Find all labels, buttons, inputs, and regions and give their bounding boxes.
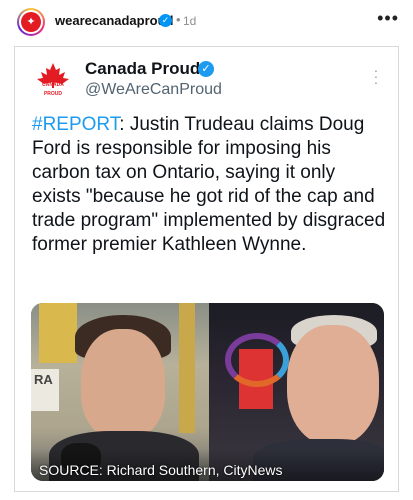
maple-leaf-icon: ✦ [21,12,41,32]
background-shape [39,303,77,363]
verified-icon: ✓ [159,14,172,27]
avatar-ring: ✦ [19,10,43,34]
background-pole [179,303,195,433]
logo-swirl-shape [225,333,289,387]
verified-icon: ✓ [198,61,214,77]
canada-proud-logo: CANADA PROUD [32,61,74,97]
avatar[interactable]: ✦ [17,8,45,36]
logo-wordmark: CANADA PROUD [42,82,64,97]
face [81,329,165,439]
tweet-card[interactable]: CANADA PROUD Canada Proud ✓ @WeAreCanPro… [14,46,399,492]
hashtag-link[interactable]: #REPORT [32,114,119,135]
photo-credit: SOURCE: Richard Southern, CityNews [39,462,283,478]
post-time[interactable]: 1d [183,14,196,28]
separator-dot: • [176,12,181,27]
tweet-photo[interactable]: RA SOURCE: Richard Southern, CityNews [31,303,384,481]
account-handle[interactable]: @WeAreCanProud [85,81,222,99]
account-name[interactable]: Canada Proud [85,59,200,79]
username[interactable]: wearecanadaproud [55,13,174,28]
face [287,325,379,445]
tweet-body: : Justin Trudeau claims Doug Ford is res… [32,114,386,255]
post-header: ✦ wearecanadaproud ✓ • 1d ••• [0,0,413,44]
tweet-text: #REPORT: Justin Trudeau claims Doug Ford… [32,113,387,257]
more-options-icon[interactable]: · · · [371,63,381,89]
more-options-icon[interactable]: ••• [377,8,399,29]
background-sign: RA [31,369,59,411]
